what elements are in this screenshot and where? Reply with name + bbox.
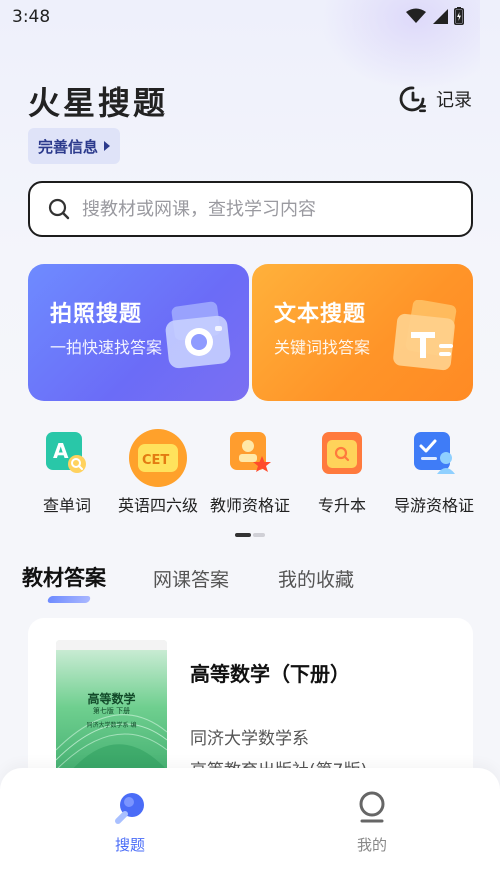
search-tab-icon <box>115 793 144 824</box>
tab-textbook-answers[interactable]: 教材答案 <box>22 562 106 592</box>
book-cover-title: 高等数学 <box>87 692 136 706</box>
page-dot-active <box>235 533 251 537</box>
tool-word-lookup-label: 查单词 <box>42 496 91 515</box>
active-tab-underline <box>46 596 92 603</box>
tool-tour-guide-cert[interactable]: 导游资格证 <box>384 424 484 516</box>
tool-tour-guide-cert-label: 导游资格证 <box>393 496 474 515</box>
tools-row: A 查单词 CET 英语四六级 教师资格证 专升本 导游资格证 <box>0 424 500 524</box>
history-label: 记录 <box>436 90 472 111</box>
camera-icon <box>165 301 231 369</box>
book-author: 同济大学数学系 <box>190 729 309 749</box>
search-bar[interactable] <box>28 181 473 237</box>
photo-search-subtitle: 一拍快速找答案 <box>50 338 163 357</box>
complete-info-button[interactable]: 完善信息 <box>28 128 121 164</box>
text-document-icon <box>393 300 457 371</box>
status-icons <box>406 7 464 25</box>
cet-icon: CET <box>129 429 187 487</box>
nav-item-search[interactable]: 搜题 <box>90 790 170 855</box>
tool-cet[interactable]: CET 英语四六级 <box>108 424 208 516</box>
caret-right-icon <box>104 141 111 151</box>
bottom-nav: 搜题 我的 <box>0 768 500 889</box>
nav-search-label: 搜题 <box>114 836 145 854</box>
status-time: 3:48 <box>12 7 51 27</box>
cet-badge-text: CET <box>142 453 169 468</box>
cellular-signal-icon <box>433 9 448 24</box>
photo-search-card[interactable]: 拍照搜题 一拍快速找答案 <box>28 264 249 401</box>
tool-upgrade-degree-label: 专升本 <box>317 496 366 515</box>
word-lookup-icon: A <box>46 432 86 473</box>
tools-page-indicator <box>235 533 267 537</box>
wifi-icon <box>406 8 426 23</box>
upgrade-degree-icon <box>322 432 362 474</box>
book-title: 高等数学（下册） <box>190 662 350 686</box>
history-button[interactable]: 记录 <box>398 84 472 114</box>
nav-profile-label: 我的 <box>356 836 387 854</box>
text-search-card[interactable]: 文本搜题 关键词找答案 <box>252 264 473 401</box>
app-title: 火星搜题 <box>28 84 169 122</box>
svg-text:A: A <box>53 439 69 463</box>
battery-icon <box>454 7 464 25</box>
book-cover-edition: 第七版 下册 <box>92 707 131 715</box>
clock-history-icon <box>399 86 426 113</box>
tool-teacher-cert[interactable]: 教师资格证 <box>200 424 300 516</box>
teacher-cert-icon <box>230 432 271 472</box>
tool-cet-label: 英语四六级 <box>117 496 198 515</box>
tool-word-lookup[interactable]: A 查单词 <box>17 424 117 516</box>
nav-item-profile[interactable]: 我的 <box>332 790 412 855</box>
search-icon <box>48 198 70 220</box>
page-dot <box>253 533 265 537</box>
photo-search-title: 拍照搜题 <box>50 302 143 327</box>
tab-my-favorites[interactable]: 我的收藏 <box>278 565 354 592</box>
complete-info-label: 完善信息 <box>38 137 99 156</box>
status-bar: 3:48 <box>0 0 500 34</box>
tab-online-course-answers[interactable]: 网课答案 <box>153 565 229 592</box>
tool-upgrade-degree[interactable]: 专升本 <box>292 424 392 516</box>
text-search-subtitle: 关键词找答案 <box>274 338 371 357</box>
profile-tab-icon <box>359 791 385 823</box>
tool-teacher-cert-label: 教师资格证 <box>209 496 290 515</box>
book-cover-author: 同济大学数学系 编 <box>86 722 137 729</box>
text-search-title: 文本搜题 <box>274 302 367 327</box>
tour-guide-cert-icon <box>414 432 455 474</box>
search-input[interactable] <box>82 198 442 220</box>
